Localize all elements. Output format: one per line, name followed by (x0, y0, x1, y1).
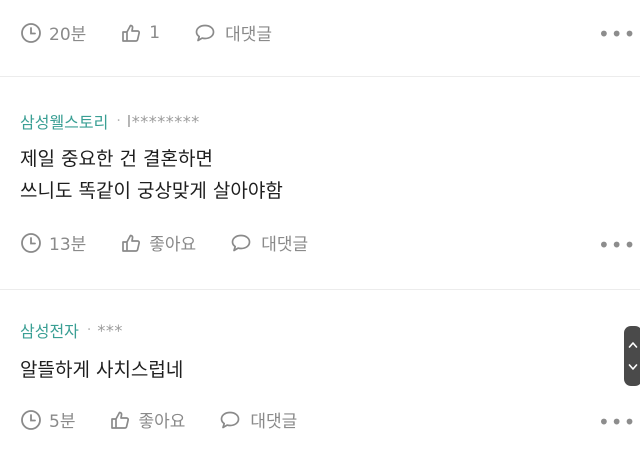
separator-2 (0, 289, 640, 290)
comment-1-more-button[interactable]: ••• (598, 22, 636, 46)
comment-1-time-text: 20분 (49, 25, 87, 45)
comment-2-body-line-2: 쓰니도 똑같이 궁상맞게 살아야함 (20, 180, 283, 202)
clock-icon (21, 22, 41, 43)
thumbs-up-icon (122, 24, 141, 42)
comment-3-like-button[interactable]: 좋아요 (109, 407, 185, 432)
comment-1-meta-row: 20분 1 대댓글 (20, 20, 272, 45)
comment-3-time: 5분 (20, 407, 75, 432)
comment-1-like-button[interactable]: 1 (120, 22, 160, 44)
comment-1-reply-text: 댓글 (240, 25, 273, 45)
comment-2-body-line-1: 제일 중요한 건 결혼하면 (20, 148, 213, 170)
comment-1-reply-label: 대댓글 (225, 20, 272, 45)
chevron-up-icon[interactable] (628, 341, 638, 349)
comment-2-reply-prefix: 대 (261, 235, 277, 255)
comment-2-reply-button[interactable]: 대댓글 (230, 230, 308, 255)
comment-3-author[interactable]: 삼성전자 (20, 318, 79, 342)
comment-1-reply-button[interactable]: 대댓글 (194, 20, 272, 45)
comment-2-time: 13분 (20, 230, 86, 255)
comment-3-author-line: 삼성전자 · *** (20, 318, 123, 342)
comment-3-time-text: 5분 (49, 412, 76, 432)
clock-icon (21, 232, 41, 253)
speech-bubble-icon (195, 24, 215, 41)
scroll-handle[interactable] (624, 326, 640, 386)
comment-2-masked-id: l******** (126, 111, 200, 131)
comment-2-meta-row: 13분 좋아요 대댓글 (20, 230, 308, 255)
thumbs-up-icon (111, 411, 130, 429)
thumbs-up-icon (122, 234, 141, 252)
comment-2-time-text: 13분 (49, 235, 87, 255)
comment-3-dot: · (86, 322, 92, 338)
comment-1-reply-prefix: 대 (225, 25, 241, 45)
comment-2-body: 제일 중요한 건 결혼하면 쓰니도 똑같이 궁상맞게 살아야함 (20, 143, 283, 207)
comment-2-author[interactable]: 삼성웰스토리 (20, 109, 108, 133)
comment-2-more-button[interactable]: ••• (598, 233, 636, 257)
comment-2-reply-text: 댓글 (276, 235, 309, 255)
comment-2-dot: · (116, 113, 121, 129)
speech-bubble-icon (221, 411, 240, 428)
comment-2-like-button[interactable]: 좋아요 (120, 230, 196, 255)
speech-bubble-icon (231, 234, 251, 251)
comment-3-body-line-1: 알뜰하게 사치스럽네 (20, 359, 184, 381)
comment-3-masked-id: *** (97, 320, 123, 340)
comment-3-reply-prefix: 대 (250, 412, 267, 432)
comment-2-like-label: 좋아요 (149, 235, 197, 255)
chevron-down-icon[interactable] (628, 363, 638, 371)
comment-3-reply-button[interactable]: 대댓글 (219, 407, 297, 432)
comment-3-body: 알뜰하게 사치스럽네 (20, 354, 183, 386)
comment-3-reply-label: 대댓글 (250, 407, 297, 432)
comment-3-like-label: 좋아요 (138, 412, 186, 432)
separator-1 (0, 76, 640, 77)
comment-1-time: 20분 (20, 20, 86, 45)
comment-3-meta-row: 5분 좋아요 대댓글 (20, 407, 297, 432)
comment-2-reply-label: 대댓글 (261, 230, 308, 255)
comment-3-more-button[interactable]: ••• (598, 410, 636, 434)
clock-icon (21, 409, 41, 430)
comment-2-author-line: 삼성웰스토리 · l******** (20, 109, 200, 133)
comment-3-reply-text: 댓글 (266, 412, 298, 432)
comment-1-like-count: 1 (149, 22, 161, 43)
